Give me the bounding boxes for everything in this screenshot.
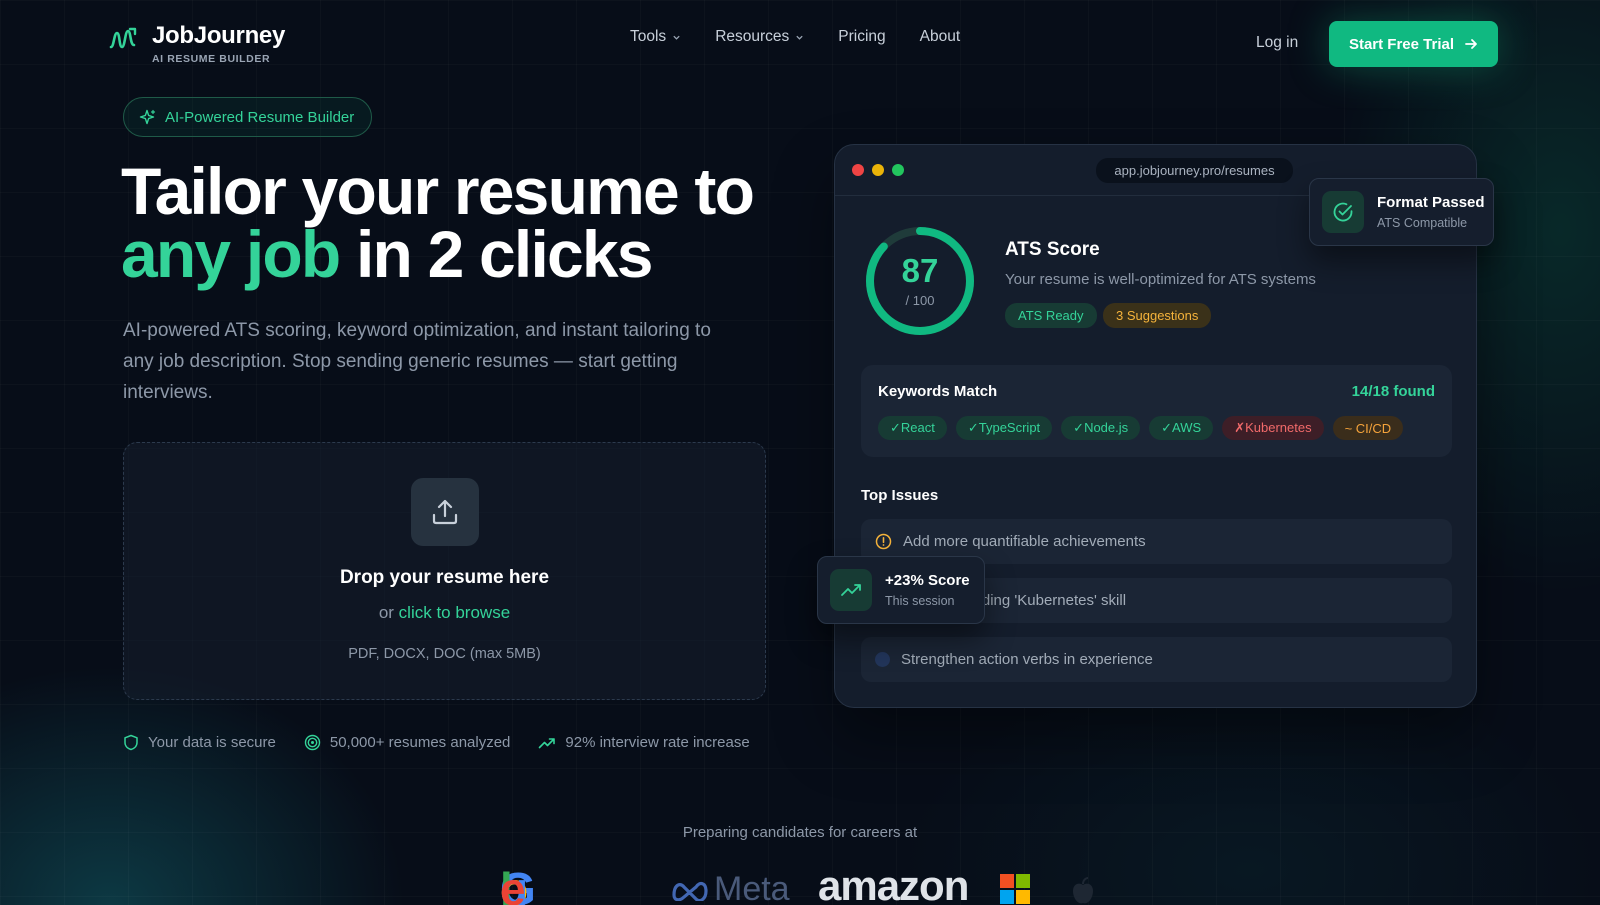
hero-subtitle: AI-powered ATS scoring, keyword optimiza… <box>123 320 711 403</box>
companies-caption: Preparing candidates for careers at <box>682 824 918 841</box>
keywords-count: 14/18 found <box>1351 383 1435 400</box>
trust-item-interview: 92% interview rate increase <box>538 734 750 751</box>
upload-icon-box <box>411 478 479 546</box>
arrow-right-icon <box>1465 39 1477 49</box>
meta-logo: Meta <box>670 870 790 905</box>
sparkle-icon <box>139 109 156 124</box>
top-issues-title: Top Issues <box>861 487 939 504</box>
nav-pricing[interactable]: Pricing <box>838 28 885 46</box>
keyword-tags: ✓React ✓TypeScript ✓Node.js ✓AWS ✗Kubern… <box>878 416 1404 440</box>
microsoft-logo <box>1000 874 1030 904</box>
keyword-tag-missing: ✗Kubernetes <box>1222 416 1324 440</box>
keyword-tag: ✓Node.js <box>1061 416 1141 440</box>
target-icon <box>304 734 321 751</box>
chevron-down-icon <box>796 35 803 40</box>
ats-title: ATS Score <box>1005 239 1100 260</box>
apple-logo <box>1070 876 1096 905</box>
trust-item-secure: Your data is secure <box>123 734 276 751</box>
apple-icon <box>1073 877 1093 904</box>
hero-badge: AI-Powered Resume Builder <box>123 97 373 137</box>
ats-score-max: / 100 <box>905 293 935 308</box>
dropzone-title: Drop your resume here <box>339 567 550 588</box>
hero-headline: Tailor your resume to any job in 2 click… <box>121 158 755 287</box>
trending-up-icon <box>539 737 556 748</box>
shield-icon <box>124 734 138 751</box>
ats-ready-pill: ATS Ready <box>1005 303 1097 328</box>
brand-tagline: AI RESUME BUILDER <box>152 53 271 65</box>
brand-name: JobJourney <box>152 22 286 49</box>
alert-circle-icon <box>875 533 892 550</box>
headline-accent: any job <box>121 217 341 291</box>
issue-label: Add more quantifiable achievements <box>903 533 1146 550</box>
suggestions-pill[interactable]: 3 Suggestions <box>1103 303 1212 328</box>
start-free-trial-button[interactable]: Start Free Trial <box>1329 21 1498 67</box>
nav-pricing-label: Pricing <box>838 28 886 45</box>
keyword-tag-partial: ~ CI/CD <box>1332 416 1404 440</box>
hero-badge-label: AI-Powered Resume Builder <box>165 108 355 126</box>
amazon-logo: amazon <box>818 862 969 905</box>
resume-dropzone[interactable]: Drop your resume here or click to browse… <box>123 442 766 700</box>
nav-resources-label: Resources <box>715 28 790 45</box>
chevron-down-icon <box>673 35 680 40</box>
window-minimize-dot <box>872 164 884 176</box>
check-circle-icon-box <box>1322 191 1364 233</box>
score-increase-subtitle: This session <box>885 594 955 608</box>
company-logos: Google Meta amazon <box>500 862 1100 905</box>
main-nav: Tools Resources Pricing About <box>630 28 960 46</box>
browse-link[interactable]: click to browse <box>399 603 510 622</box>
score-increase-card: +23% Score This session <box>817 556 985 624</box>
issue-label: Strengthen action verbs in experience <box>901 651 1153 668</box>
brand-logo[interactable]: JobJourney AI RESUME BUILDER <box>108 22 285 65</box>
nav-tools-label: Tools <box>630 28 667 45</box>
trust-analyzed-label: 50,000+ resumes analyzed <box>329 734 511 751</box>
format-passed-subtitle: ATS Compatible <box>1377 216 1468 230</box>
window-maximize-dot <box>892 164 904 176</box>
upload-icon <box>432 499 458 525</box>
logo-mark-icon <box>109 27 137 49</box>
meta-infinity-icon <box>672 881 708 901</box>
keyword-tag: ✓TypeScript <box>955 416 1053 440</box>
ats-score-value: 87 <box>901 252 939 289</box>
dropzone-or: or <box>378 603 399 622</box>
keyword-tag: ✓AWS <box>1149 416 1214 440</box>
nav-tools[interactable]: Tools <box>630 28 681 46</box>
trending-up-icon <box>841 584 861 596</box>
trust-row: Your data is secure 50,000+ resumes anal… <box>123 734 750 751</box>
keywords-match-panel: Keywords Match 14/18 found ✓React ✓TypeS… <box>861 365 1452 457</box>
dropzone-subtitle: or click to browse <box>124 603 765 623</box>
nav-about-label: About <box>919 28 961 45</box>
address-bar: app.jobjourney.pro/resumes <box>1096 158 1293 183</box>
login-link[interactable]: Log in <box>1256 34 1298 52</box>
trust-interview-label: 92% interview rate increase <box>565 734 750 751</box>
meta-wordmark: Meta <box>714 870 790 905</box>
headline-line-2: in 2 clicks <box>339 217 654 291</box>
trending-up-icon-box <box>830 569 872 611</box>
keyword-tag: ✓React <box>878 416 947 440</box>
cta-label: Start Free Trial <box>1348 35 1455 53</box>
dropzone-formats: PDF, DOCX, DOC (max 5MB) <box>348 646 541 662</box>
issue-item[interactable]: Strengthen action verbs in experience <box>861 637 1452 682</box>
info-dot-icon <box>875 652 890 667</box>
keywords-title: Keywords Match <box>878 383 998 400</box>
nav-about[interactable]: About <box>920 28 961 46</box>
check-circle-icon <box>1333 202 1353 222</box>
nav-resources[interactable]: Resources <box>715 28 804 46</box>
format-passed-card: Format Passed ATS Compatible <box>1309 178 1494 246</box>
ats-description: Your resume is well-optimized for ATS sy… <box>1005 271 1316 288</box>
window-close-dot <box>852 164 864 176</box>
trust-item-analyzed: 50,000+ resumes analyzed <box>304 734 511 751</box>
trust-secure-label: Your data is secure <box>148 734 276 751</box>
score-increase-title: +23% Score <box>885 572 970 589</box>
format-passed-title: Format Passed <box>1377 194 1485 211</box>
